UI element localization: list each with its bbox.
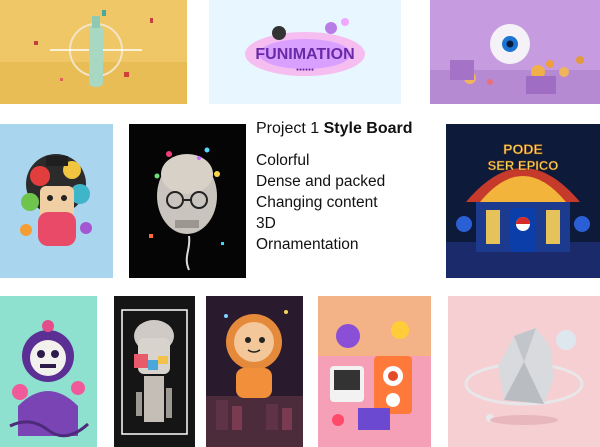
tile-rock — [448, 296, 600, 447]
title-bold: Style Board — [323, 120, 413, 137]
funimation-artwork: FUNIMATION ●●●●●● — [209, 0, 401, 104]
character-artwork — [0, 124, 113, 278]
tile-character — [0, 124, 113, 278]
bottle-artwork — [0, 0, 187, 104]
tile-funimation: FUNIMATION ●●●●●● — [209, 0, 401, 104]
tile-pepsi: PODE SER EPICO — [446, 124, 600, 278]
eyeball-artwork — [430, 0, 600, 104]
style-keyword: 3D — [256, 215, 276, 232]
tile-bottle — [0, 0, 187, 104]
style-keyword: Colorful — [256, 152, 310, 169]
tile-monster — [0, 296, 97, 447]
speakers-artwork — [318, 296, 431, 447]
astronaut-artwork — [206, 296, 303, 447]
tile-astronaut — [206, 296, 303, 447]
style-keyword: Dense and packed — [256, 173, 386, 190]
tile-speakers — [318, 296, 431, 447]
monster-artwork — [0, 296, 97, 447]
tile-skull-head — [129, 124, 246, 278]
style-keyword: Changing content — [256, 194, 378, 211]
svg-text:●●●●●●: ●●●●●● — [296, 67, 314, 73]
tile-statue — [114, 296, 195, 447]
pepsi-headline-1: PODE — [503, 141, 543, 157]
tile-eyeball — [430, 0, 600, 104]
style-keyword-list: Colorful Dense and packed Changing conte… — [256, 150, 436, 255]
style-keyword: Ornamentation — [256, 236, 359, 253]
style-board-text: Project 1 Style Board Colorful Dense and… — [256, 118, 436, 255]
funimation-logo-text: FUNIMATION — [255, 46, 354, 63]
skull-head-artwork — [129, 124, 246, 278]
page-title: Project 1 Style Board — [256, 118, 436, 140]
statue-artwork — [114, 296, 195, 447]
rock-artwork — [448, 296, 600, 447]
pepsi-artwork: PODE SER EPICO — [446, 124, 600, 278]
title-prefix: Project 1 — [256, 120, 324, 137]
pepsi-headline-2: SER EPICO — [488, 158, 559, 173]
